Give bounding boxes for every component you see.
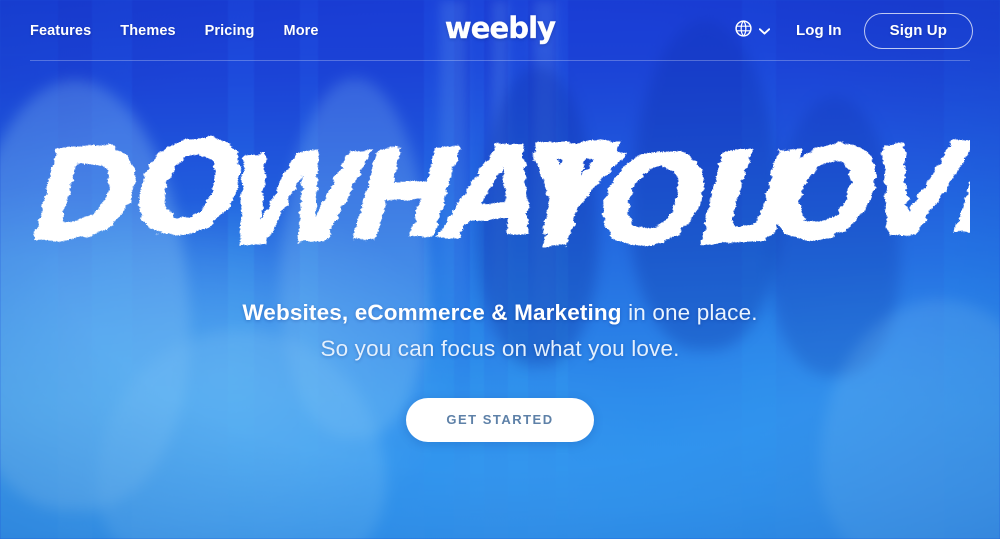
- hero-subtitle-rest: in one place.: [621, 300, 758, 325]
- globe-icon: [735, 19, 752, 42]
- headline-word-love: LOVE: [695, 129, 970, 274]
- hero-content: DO WHAT YOU LOVE Websites, eCommerce & M…: [0, 61, 1000, 539]
- primary-navigation: Features Themes Pricing More: [30, 23, 319, 39]
- nav-item-themes[interactable]: Themes: [120, 23, 175, 39]
- hero-subtitle: Websites, eCommerce & Marketing in one p…: [242, 298, 757, 364]
- header-actions: Log In Sign Up: [735, 12, 973, 49]
- weebly-homepage-hero: Features Themes Pricing More weebly Log …: [0, 0, 1000, 539]
- hero-headline: DO WHAT YOU LOVE: [30, 129, 970, 277]
- nav-item-pricing[interactable]: Pricing: [205, 23, 255, 39]
- login-link[interactable]: Log In: [796, 22, 842, 39]
- hero-subtitle-line1: Websites, eCommerce & Marketing in one p…: [242, 300, 757, 325]
- hero-cta-container: GET STARTED: [406, 397, 594, 442]
- language-selector[interactable]: [735, 19, 771, 42]
- signup-button[interactable]: Sign Up: [863, 12, 973, 49]
- chevron-down-icon: [758, 22, 771, 40]
- nav-item-more[interactable]: More: [284, 23, 319, 39]
- hero-subtitle-line2: So you can focus on what you love.: [320, 335, 680, 361]
- weebly-logo[interactable]: weebly: [445, 13, 557, 43]
- hero-subtitle-strong: Websites, eCommerce & Marketing: [242, 300, 622, 325]
- site-header: Features Themes Pricing More weebly Log …: [0, 0, 1000, 61]
- nav-item-features[interactable]: Features: [30, 23, 91, 39]
- get-started-button[interactable]: GET STARTED: [406, 397, 594, 442]
- headline-word-do: DO: [30, 129, 245, 273]
